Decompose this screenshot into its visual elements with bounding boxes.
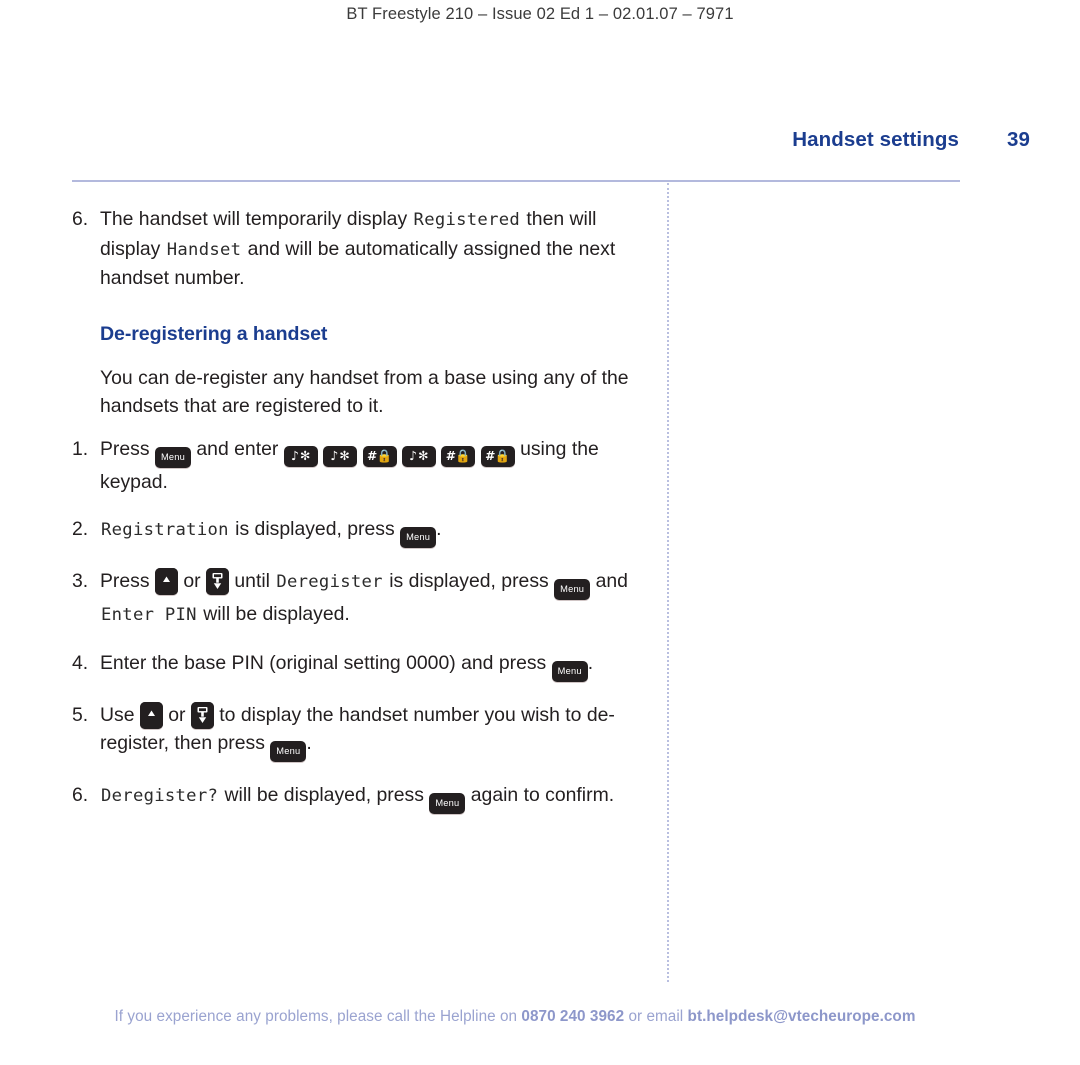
step-text-part: Enter the base PIN (original setting 000… [100, 651, 552, 674]
step-number: 4. [72, 651, 89, 674]
step-item-5: 5. Use or to display the handset number … [72, 701, 662, 762]
step-number: 6. [72, 784, 89, 806]
step-text-part: Use [100, 703, 140, 726]
step-text: Deregister? will be displayed, press Men… [100, 781, 662, 814]
step-text-part: . [587, 651, 594, 674]
hash-lock-key-icon: #🔒 [362, 445, 397, 467]
step-text-part: Press [100, 437, 155, 460]
step-number: 2. [72, 518, 89, 540]
step-text-part: or [177, 570, 206, 592]
lcd-display-text: Registration [100, 520, 229, 540]
header-divider-rule [72, 180, 960, 182]
menu-key-icon: Menu [270, 741, 307, 762]
step-text-part: The handset will temporarily display [100, 208, 413, 230]
page-footer: If you experience any problems, please c… [0, 1008, 1030, 1026]
vertical-dotted-divider [667, 183, 669, 982]
step-text-part: . [306, 732, 312, 754]
star-key-icon: ♪✻ [283, 445, 318, 467]
step-item-2: 2. Registration is displayed, press Menu… [72, 515, 662, 548]
step-text: Enter the base PIN (original setting 000… [100, 649, 662, 682]
step-number: 1. [72, 437, 89, 460]
step-text: Press or until Deregister is displayed, … [100, 567, 662, 630]
helpdesk-email: bt.helpdesk@vtecheurope.com [687, 1008, 916, 1025]
step-item-6: 6. Deregister? will be displayed, press … [72, 781, 662, 814]
steps-list: 1. Press Menu and enter ♪✻ ♪✻ #🔒 ♪✻ #🔒 #… [72, 435, 662, 814]
step-text-part: and enter [191, 437, 284, 460]
menu-key-icon: Menu [554, 579, 591, 600]
step-text-part: is displayed, press [383, 570, 555, 592]
step-text-part: or [162, 703, 191, 726]
step-text: Use or to display the handset number you… [100, 701, 662, 762]
down-arrow-handset-key-icon [205, 568, 229, 595]
step-item-continued-6: 6. The handset will temporarily display … [72, 205, 662, 293]
step-text-part: will be displayed. [197, 603, 350, 625]
footer-text-part: or email [624, 1008, 688, 1025]
main-content-column: 6. The handset will temporarily display … [72, 205, 662, 833]
step-number: 6. [72, 208, 89, 230]
step-text-part: is displayed, press [229, 518, 401, 540]
helpline-phone-number: 0870 240 3962 [521, 1008, 625, 1025]
lcd-display-text: Registered [413, 210, 521, 230]
step-text-part: . [436, 518, 442, 540]
menu-key-icon: Menu [429, 793, 466, 814]
star-key-icon: ♪✻ [323, 445, 358, 467]
hash-lock-key-icon: #🔒 [441, 445, 476, 467]
menu-key-icon: Menu [400, 527, 437, 548]
star-key-icon: ♪✻ [401, 445, 436, 467]
down-arrow-handset-key-icon [190, 701, 214, 729]
step-item-4: 4. Enter the base PIN (original setting … [72, 649, 662, 682]
step-item-3: 3. Press or until Deregister is displaye… [72, 567, 662, 630]
step-text-part: will be displayed, press [219, 784, 430, 806]
menu-key-icon: Menu [154, 446, 192, 468]
step-text-part: and [590, 570, 628, 592]
up-arrow-key-icon [154, 568, 178, 595]
running-head: BT Freestyle 210 – Issue 02 Ed 1 – 02.01… [346, 5, 734, 23]
chapter-title: Handset settings [792, 128, 959, 151]
step-number: 3. [72, 570, 89, 592]
step-item-1: 1. Press Menu and enter ♪✻ ♪✻ #🔒 ♪✻ #🔒 #… [72, 435, 662, 497]
footer-text-part: If you experience any problems, please c… [114, 1008, 522, 1025]
step-text: The handset will temporarily display Reg… [100, 205, 662, 293]
step-text: Press Menu and enter ♪✻ ♪✻ #🔒 ♪✻ #🔒 #🔒 u… [100, 435, 662, 497]
step-text-part: again to confirm. [465, 784, 615, 806]
lcd-display-text: Deregister [276, 572, 383, 592]
step-text-part: until [228, 570, 276, 592]
lcd-display-text: Deregister? [101, 786, 219, 806]
page-number: 39 [1006, 128, 1030, 151]
step-number: 5. [72, 703, 89, 726]
page-header: Handset settings 39 [0, 128, 1030, 152]
section-subheading: De-registering a handset [100, 322, 328, 345]
hash-lock-key-icon: #🔒 [480, 445, 515, 467]
menu-key-icon: Menu [551, 660, 588, 682]
step-text: Registration is displayed, press Menu. [100, 515, 662, 548]
up-arrow-key-icon [139, 701, 163, 729]
lcd-display-text: Handset [166, 239, 242, 260]
lcd-display-text: Enter PIN [100, 605, 197, 625]
step-text-part: Press [100, 570, 155, 592]
intro-paragraph: You can de-register any handset from a b… [100, 366, 629, 418]
